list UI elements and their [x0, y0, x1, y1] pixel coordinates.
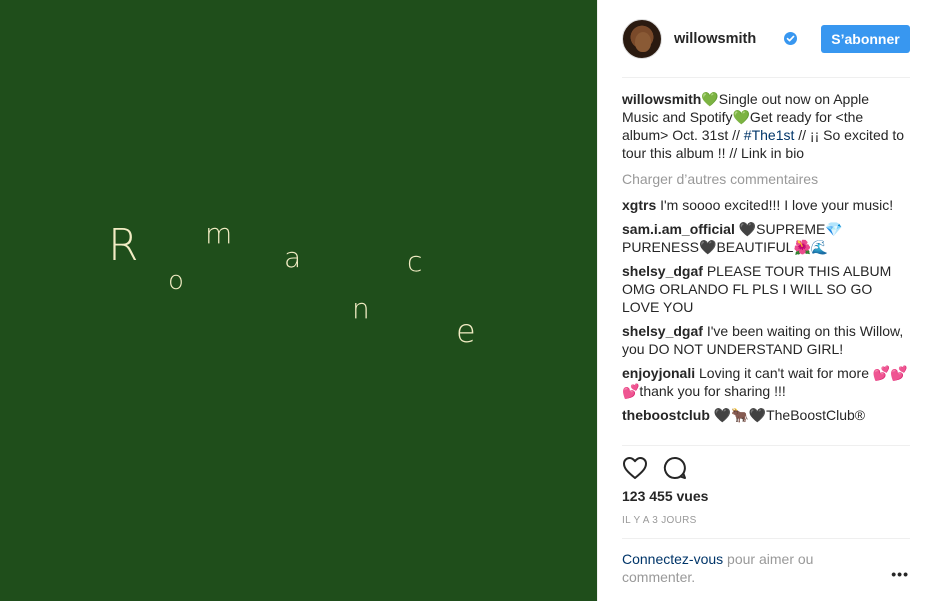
view-count: 123 455 vues	[622, 488, 709, 504]
load-more-comments-link[interactable]: Charger d’autres commentaires	[622, 170, 908, 188]
post-sidebar: willowsmith S’abonner willowsmith💚Single…	[597, 0, 933, 601]
comment-username[interactable]: sam.i.am_official	[622, 221, 735, 237]
login-link[interactable]: Connectez-vous	[622, 551, 723, 567]
caption-username[interactable]: willowsmith	[622, 91, 701, 107]
comment-username[interactable]: enjoyjonali	[622, 365, 695, 381]
comment-username[interactable]: shelsy_dgaf	[622, 263, 703, 279]
comment-icon[interactable]	[662, 455, 688, 481]
comment-item: theboostclub 🖤🐂🖤TheBoostClub®	[622, 406, 908, 424]
login-prompt: Connectez-vous pour aimer ou commenter.	[622, 550, 872, 586]
comment-text: I'm soooo excited!!! I love your music!	[656, 197, 894, 213]
comment-item: sam.i.am_official 🖤SUPREME💎 PURENESS🖤BEA…	[622, 220, 908, 256]
comment-username[interactable]: xgtrs	[622, 197, 656, 213]
media-letter-e: e	[456, 312, 476, 350]
post-timestamp[interactable]: IL Y A 3 JOURS	[622, 515, 697, 526]
comment-username[interactable]: shelsy_dgaf	[622, 323, 703, 339]
comment-item: shelsy_dgaf I've been waiting on this Wi…	[622, 322, 908, 358]
comment-text: 🖤🐂🖤TheBoostClub®	[709, 407, 866, 423]
header-divider	[622, 77, 910, 78]
avatar-face	[635, 32, 651, 52]
media-letter-m: m	[205, 217, 233, 250]
follow-button[interactable]: S’abonner	[821, 25, 910, 53]
avatar[interactable]	[622, 19, 662, 59]
media-letter-r: R	[108, 220, 139, 271]
comment-item: xgtrs I'm soooo excited!!! I love your m…	[622, 196, 908, 214]
actions-divider	[622, 445, 910, 446]
instagram-post: R o m a n c e willowsmith S’abonner will…	[0, 0, 933, 601]
media-letter-n: n	[352, 292, 370, 325]
verified-badge-icon	[784, 32, 797, 45]
media-letter-c: c	[407, 245, 423, 278]
heart-icon[interactable]	[622, 456, 648, 480]
media-letter-a: a	[284, 241, 302, 274]
post-media[interactable]: R o m a n c e	[0, 0, 597, 601]
comment-item: shelsy_dgaf PLEASE TOUR THIS ALBUM OMG O…	[622, 262, 908, 316]
header-username[interactable]: willowsmith	[674, 31, 756, 47]
more-options-icon[interactable]: •••	[891, 566, 909, 582]
comment-username[interactable]: theboostclub	[622, 407, 710, 423]
media-letter-o: o	[168, 266, 184, 296]
hashtag-link[interactable]: #The1st	[744, 127, 795, 143]
comments-list: willowsmith💚Single out now on Apple Musi…	[622, 90, 908, 430]
post-header: willowsmith S’abonner	[622, 17, 910, 63]
caption: willowsmith💚Single out now on Apple Musi…	[622, 90, 908, 162]
post-actions	[622, 455, 910, 481]
comment-item: enjoyjonali Loving it can't wait for mor…	[622, 364, 908, 400]
bottom-divider	[622, 538, 910, 539]
